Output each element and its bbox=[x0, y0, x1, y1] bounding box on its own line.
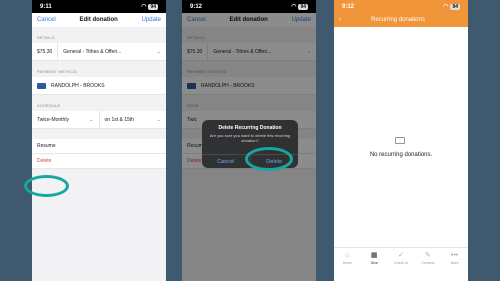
empty-state-text: No recurring donations. bbox=[369, 152, 433, 158]
wifi-icon: ◠ bbox=[443, 4, 449, 10]
phone-screen-recurring-donations: 9:12 ◠ 94 ‹ Recurring donations No recurr… bbox=[334, 0, 468, 281]
battery-icon: 94 bbox=[148, 3, 158, 10]
chevron-down-icon: ⌄ bbox=[156, 116, 161, 123]
amount-field[interactable]: $75.30 bbox=[37, 49, 52, 55]
check-icon: ✓ bbox=[398, 252, 404, 259]
delete-button[interactable]: Delete bbox=[32, 154, 166, 169]
details-label: DETAILS bbox=[37, 35, 55, 40]
dialog-message: Are you sure you want to delete this rec… bbox=[209, 133, 291, 143]
payment-method-row[interactable]: RANDOLPH - BROOKS bbox=[32, 77, 166, 95]
more-icon: ••• bbox=[450, 252, 459, 259]
wifi-icon: ◠ bbox=[291, 4, 297, 10]
highlight-circle bbox=[24, 175, 69, 197]
edit-icon: ✎ bbox=[424, 252, 431, 259]
tab-label: Home bbox=[342, 261, 353, 265]
tab-label: Give bbox=[370, 261, 378, 265]
wifi-icon: ◠ bbox=[141, 4, 147, 10]
status-time: 9:12 bbox=[190, 3, 203, 10]
chevron-down-icon: ⌄ bbox=[156, 48, 161, 55]
nav-bar: Cancel Edit donation Update bbox=[32, 13, 166, 27]
payment-method-label: PAYMENT METHOD bbox=[37, 69, 77, 74]
tab-check-in[interactable]: ✓ Check In bbox=[388, 248, 415, 269]
tab-label: Connect bbox=[421, 261, 435, 265]
status-bar: 9:12 ◠ 94 bbox=[334, 0, 468, 13]
tab-give[interactable]: ▦ Give bbox=[361, 248, 388, 269]
highlight-circle bbox=[245, 147, 293, 171]
status-bar: 9:12 ◠ 94 bbox=[182, 0, 316, 13]
tab-bar: ⌂ Home ▦ Give ✓ Check In ✎ Connect ••• More bbox=[334, 247, 468, 269]
phone-screen-edit-donation: 9:11 ◠ 94 Cancel Edit donation Update DET… bbox=[32, 0, 166, 281]
status-bar: 9:11 ◠ 94 bbox=[32, 0, 166, 13]
actions-list: Resume Delete bbox=[32, 139, 166, 169]
status-time: 9:11 bbox=[40, 3, 52, 10]
dialog-cancel-button[interactable]: Cancel bbox=[202, 155, 250, 168]
phone-screen-delete-confirm: 9:12 ◠ 94 Cancel Edit donation Update DET… bbox=[182, 0, 316, 281]
empty-donation-icon bbox=[395, 137, 405, 144]
chevron-down-icon: ⌄ bbox=[89, 116, 94, 123]
tab-label: Check In bbox=[394, 261, 408, 265]
tab-connect[interactable]: ✎ Connect bbox=[414, 248, 441, 269]
battery-icon: 94 bbox=[298, 3, 308, 10]
give-icon: ▦ bbox=[370, 252, 378, 259]
schedule-label: SCHEDULE bbox=[37, 103, 61, 108]
page-title: Recurring donations bbox=[371, 17, 425, 23]
resume-button[interactable]: Resume bbox=[32, 139, 166, 154]
home-icon: ⌂ bbox=[345, 252, 350, 259]
payment-method-name: RANDOLPH - BROOKS bbox=[51, 82, 105, 89]
details-row: $75.30 General - Tithes & Offeri... ⌄ bbox=[32, 43, 166, 61]
nav-bar: ‹ Recurring donations bbox=[334, 13, 468, 27]
frequency-select[interactable]: Twice-Monthly bbox=[37, 117, 89, 123]
bank-icon bbox=[37, 82, 46, 89]
days-select[interactable]: on 1st & 15th bbox=[105, 117, 157, 123]
cancel-button[interactable]: Cancel bbox=[37, 17, 56, 23]
tab-more[interactable]: ••• More bbox=[441, 248, 468, 269]
orange-header: 9:12 ◠ 94 ‹ Recurring donations bbox=[334, 0, 468, 27]
update-button[interactable]: Update bbox=[142, 17, 161, 23]
schedule-row: Twice-Monthly ⌄ on 1st & 15th ⌄ bbox=[32, 111, 166, 129]
battery-icon: 94 bbox=[450, 3, 460, 10]
fund-select[interactable]: General - Tithes & Offeri... bbox=[63, 49, 157, 55]
tab-home[interactable]: ⌂ Home bbox=[334, 248, 361, 269]
page-title: Edit donation bbox=[79, 17, 118, 23]
dialog-title: Delete Recurring Donation bbox=[218, 125, 282, 131]
tab-label: More bbox=[450, 261, 459, 265]
status-time: 9:12 bbox=[342, 3, 355, 10]
